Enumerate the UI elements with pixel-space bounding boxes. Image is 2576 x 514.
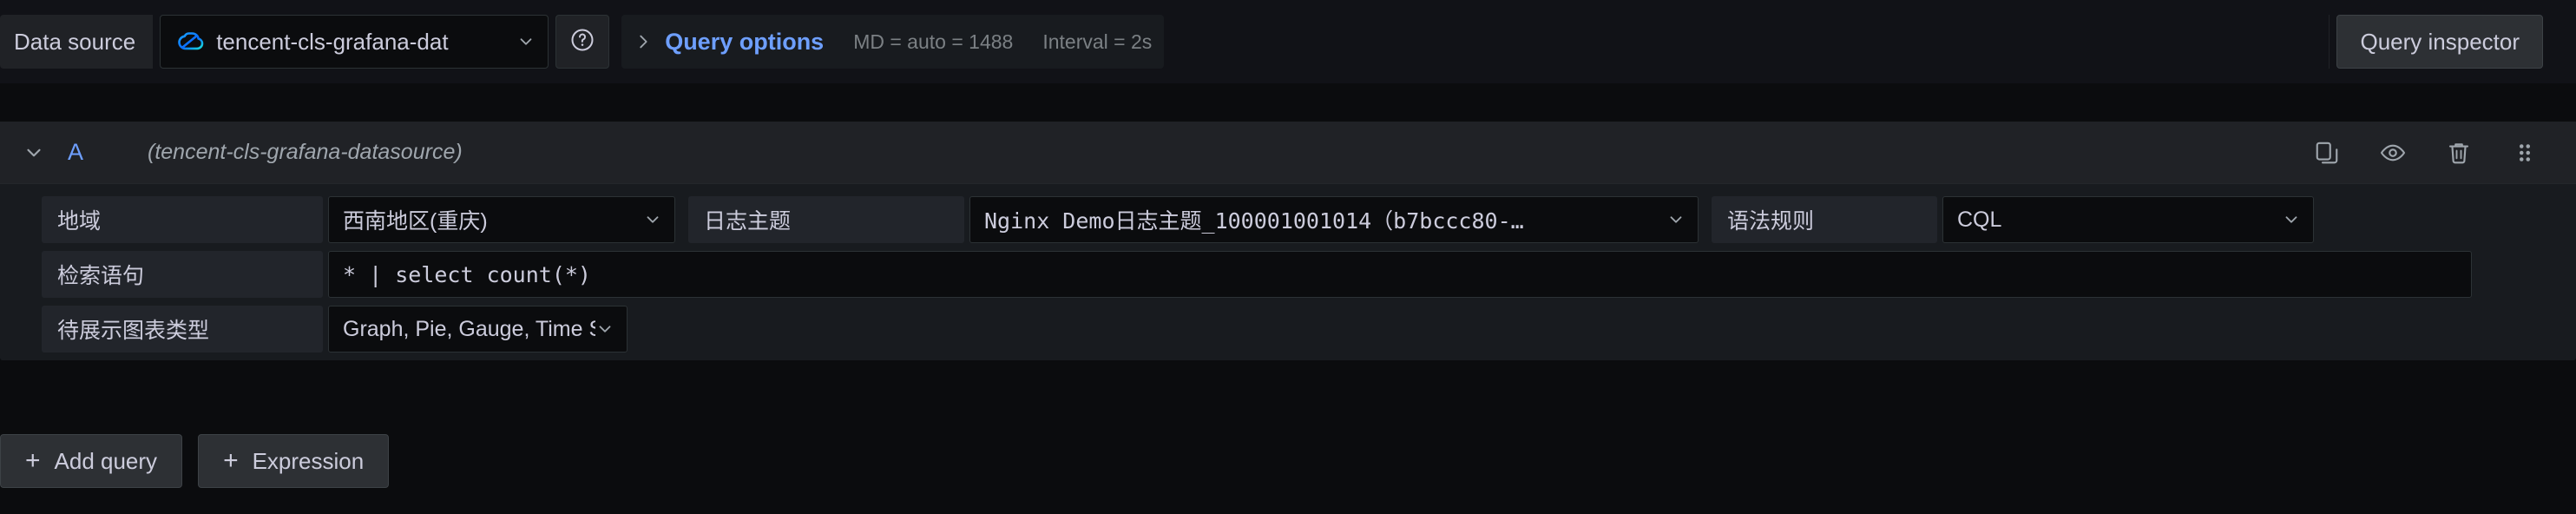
query-form: 地域 西南地区(重庆) 日志主题 Nginx Demo日志主题_10000100… xyxy=(0,184,2576,353)
interval-info: Interval = 2s xyxy=(1042,30,1153,53)
query-options-toggle[interactable]: Query options xyxy=(665,29,824,56)
region-label: 地域 xyxy=(42,196,323,243)
chart-type-select[interactable]: Graph, Pie, Gauge, Time Series Panel xyxy=(328,306,628,353)
datasource-picker[interactable]: tencent-cls-grafana-dat xyxy=(160,15,549,69)
query-options-section[interactable]: Query options MD = auto = 1488 Interval … xyxy=(621,15,1165,69)
chevron-down-icon xyxy=(2282,210,2301,229)
datasource-picker-value: tencent-cls-grafana-dat xyxy=(216,28,449,55)
chevron-down-icon xyxy=(1666,210,1686,229)
add-query-button[interactable]: + Add query xyxy=(0,434,183,488)
add-expression-button[interactable]: + Expression xyxy=(198,434,390,488)
chevron-down-icon xyxy=(595,320,614,339)
query-footer-actions: + Add query + Expression xyxy=(0,434,390,488)
form-row-3: 待展示图表类型 Graph, Pie, Gauge, Time Series P… xyxy=(42,306,2576,353)
syntax-rule-select[interactable]: CQL xyxy=(1942,196,2314,243)
search-statement-value: * | select count(*) xyxy=(343,261,591,287)
add-expression-button-label: Expression xyxy=(252,447,365,474)
search-statement-input[interactable]: * | select count(*) xyxy=(328,251,2472,298)
trash-icon[interactable] xyxy=(2446,140,2472,166)
query-datasource-name: (tencent-cls-grafana-datasource) xyxy=(148,140,463,164)
syntax-rule-label: 语法规则 xyxy=(1712,196,1937,243)
datasource-label: Data source xyxy=(0,15,154,69)
duplicate-query-icon[interactable] xyxy=(2314,140,2340,166)
chevron-down-icon[interactable] xyxy=(19,138,49,168)
chevron-right-icon xyxy=(634,32,653,51)
search-statement-label: 检索语句 xyxy=(42,251,323,298)
toolbar-divider xyxy=(2329,15,2330,69)
max-data-points-info: MD = auto = 1488 xyxy=(853,30,1014,53)
chevron-down-icon xyxy=(643,210,662,229)
chart-type-label: 待展示图表类型 xyxy=(42,306,323,353)
form-row-2: 检索语句 * | select count(*) xyxy=(42,251,2576,298)
query-row-actions xyxy=(2314,140,2576,166)
question-circle-icon xyxy=(569,27,595,57)
drag-handle-icon[interactable] xyxy=(2512,140,2538,166)
datasource-bar: Data source tencent-cls-grafana-dat Quer… xyxy=(0,0,2576,83)
region-select[interactable]: 西南地区(重庆) xyxy=(328,196,675,243)
syntax-rule-select-value: CQL xyxy=(1957,207,2002,232)
log-topic-label: 日志主题 xyxy=(688,196,964,243)
eye-icon[interactable] xyxy=(2380,140,2406,166)
query-ref-id[interactable]: A xyxy=(68,139,94,166)
query-inspector-button[interactable]: Query inspector xyxy=(2336,15,2543,69)
chart-type-select-value: Graph, Pie, Gauge, Time Series Panel xyxy=(343,316,595,341)
log-topic-select[interactable]: Nginx Demo日志主题_100001001014（b7bccc80-… xyxy=(969,196,1699,243)
add-query-button-label: Add query xyxy=(54,447,158,474)
query-row-header: A (tencent-cls-grafana-datasource) xyxy=(0,122,2576,184)
region-select-value: 西南地区(重庆) xyxy=(343,209,488,234)
query-editor-panel: A (tencent-cls-grafana-datasource) 地域 西南… xyxy=(0,122,2576,360)
log-topic-select-value: Nginx Demo日志主题_100001001014（b7bccc80-… xyxy=(984,208,1524,234)
datasource-help-button[interactable] xyxy=(555,15,610,69)
plus-icon: + xyxy=(25,446,41,475)
form-row-1: 地域 西南地区(重庆) 日志主题 Nginx Demo日志主题_10000100… xyxy=(42,196,2576,243)
tencent-cloud-logo-icon xyxy=(174,26,206,57)
chevron-down-icon xyxy=(516,32,536,51)
plus-icon: + xyxy=(223,446,239,475)
